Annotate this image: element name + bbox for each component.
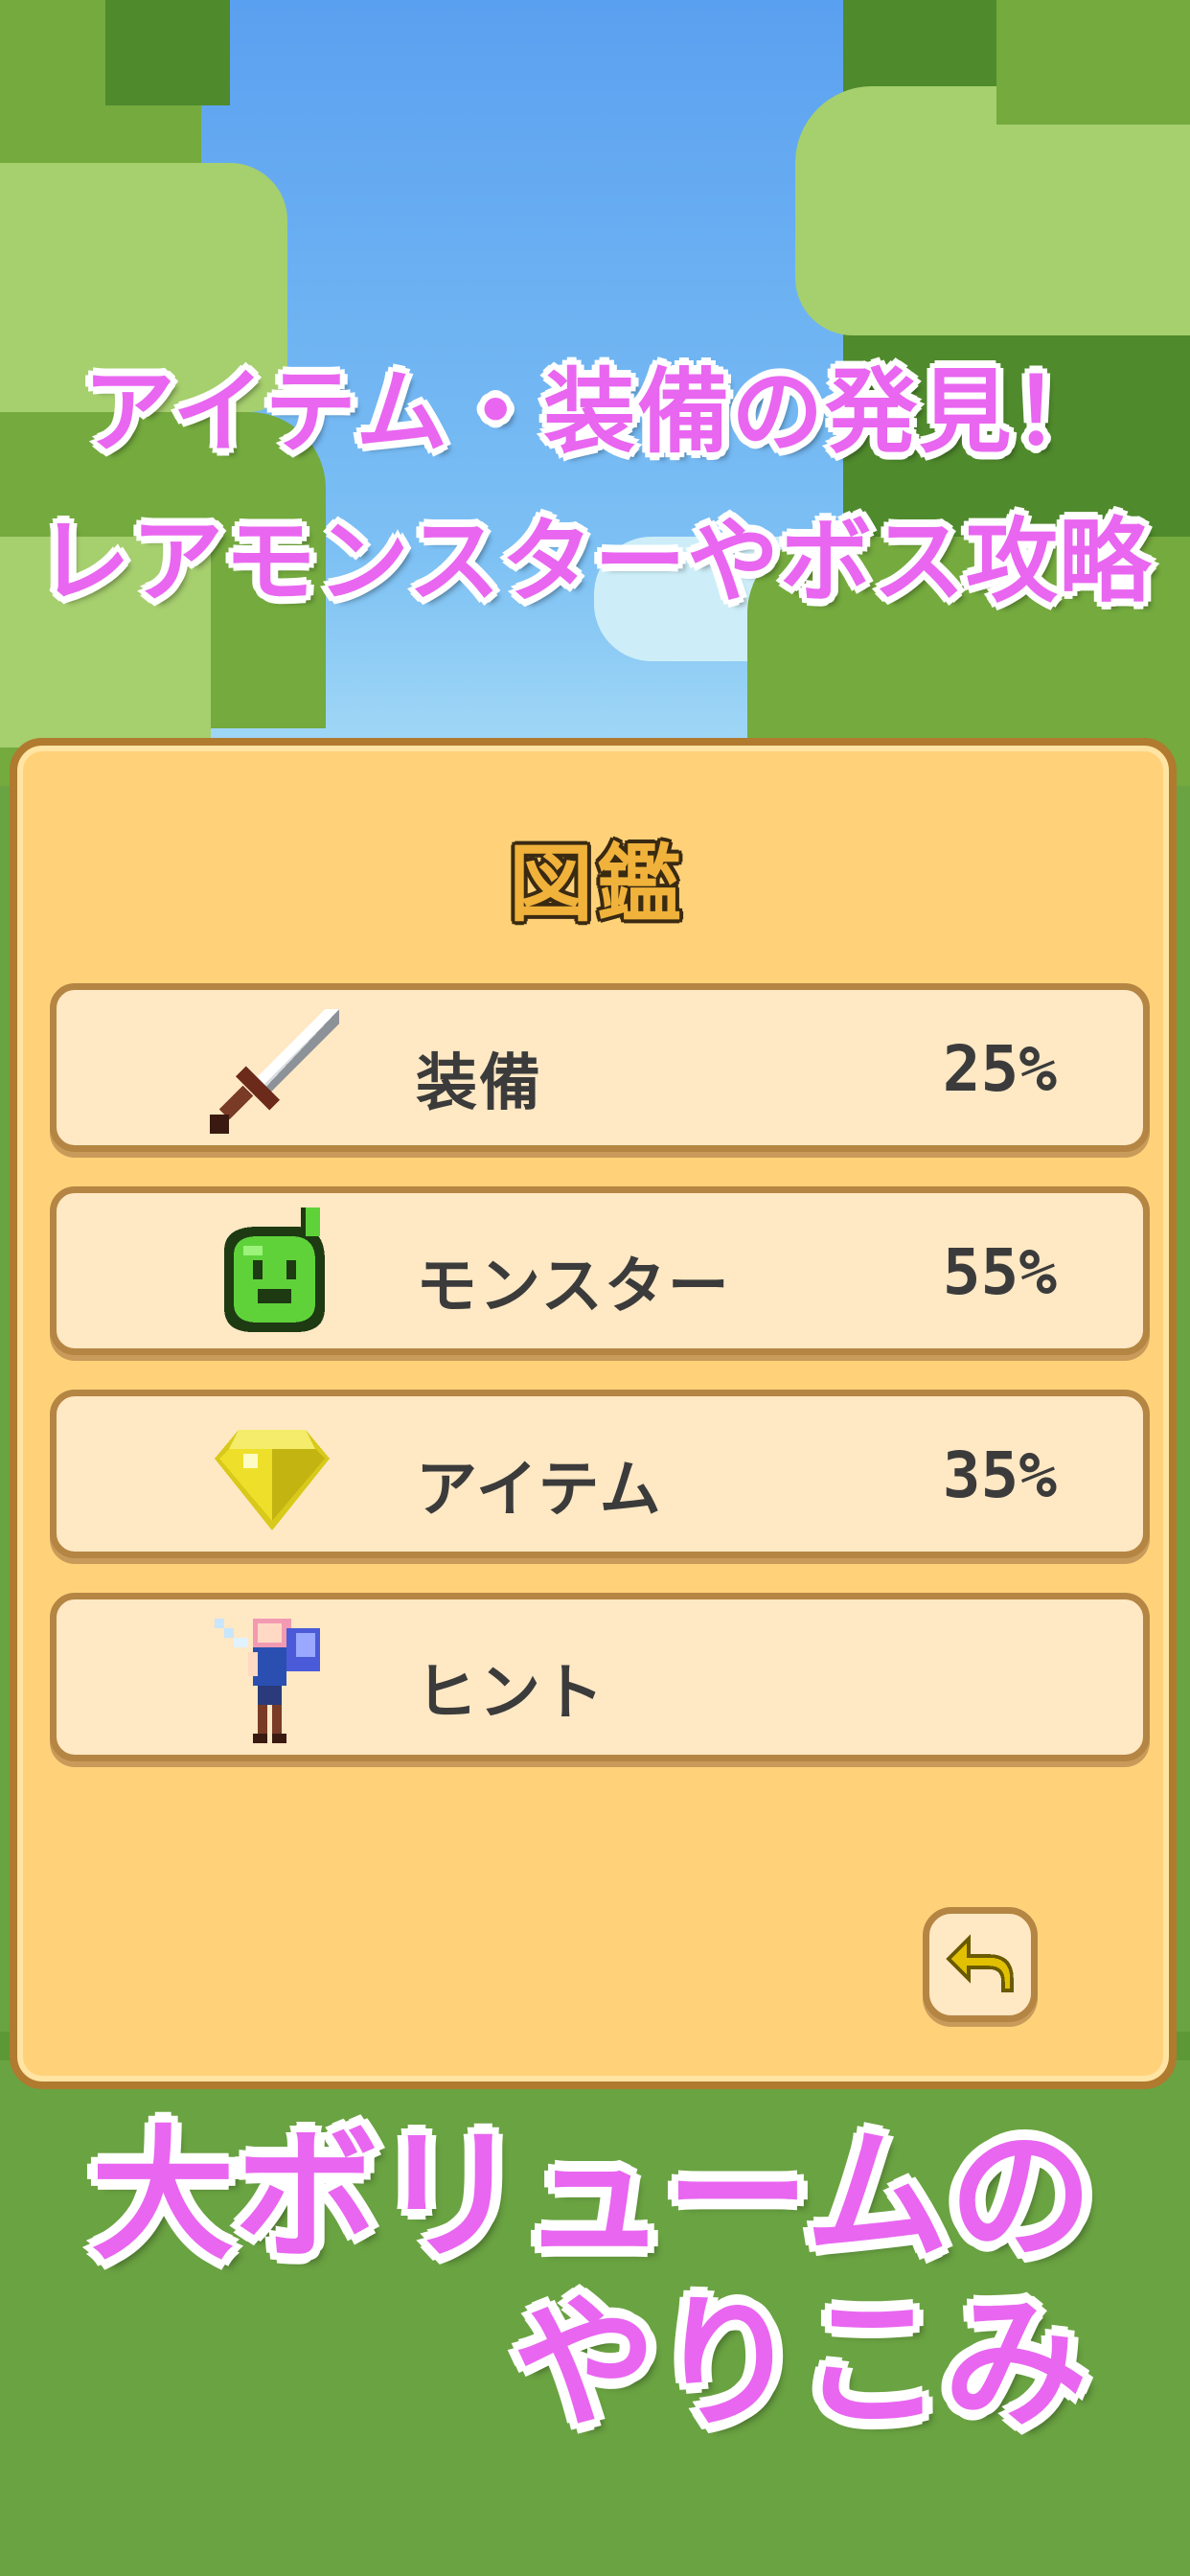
row-equipment[interactable]: 装備 25% bbox=[50, 983, 1150, 1152]
bottom-headline-line2: やりこみ bbox=[513, 2281, 1088, 2448]
row-monsters[interactable]: モンスター 55% bbox=[50, 1186, 1150, 1355]
row-percent-monsters: 55% bbox=[942, 1235, 1057, 1309]
row-label-items: アイテム bbox=[416, 1455, 663, 1526]
encyclopedia-panel: 図鑑 装備 25% モンスター 55% アイテム 35% ヒント bbox=[10, 738, 1177, 2089]
sword-icon bbox=[200, 1000, 344, 1143]
row-percent-items: 35% bbox=[942, 1438, 1057, 1512]
back-arrow-icon bbox=[946, 1934, 1014, 1992]
fairy-icon bbox=[200, 1609, 344, 1753]
gem-icon bbox=[200, 1406, 344, 1550]
row-percent-equipment: 25% bbox=[942, 1032, 1057, 1106]
slime-icon bbox=[200, 1203, 344, 1346]
back-button[interactable] bbox=[923, 1907, 1038, 2022]
headline-line1: アイテム・装備の発見！ bbox=[82, 358, 1108, 466]
left-tree-top bbox=[105, 0, 230, 105]
panel-title-box: 図鑑 bbox=[501, 809, 693, 933]
headline-line2: レアモンスターやボス攻略 bbox=[37, 508, 1153, 615]
right-tree-top bbox=[996, 0, 1190, 125]
panel-title: 図鑑 bbox=[508, 835, 685, 933]
row-label-hints: ヒント bbox=[416, 1658, 606, 1729]
row-label-equipment: 装備 bbox=[416, 1048, 542, 1119]
row-hints[interactable]: ヒント bbox=[50, 1593, 1150, 1761]
row-items[interactable]: アイテム 35% bbox=[50, 1390, 1150, 1558]
row-label-monsters: モンスター bbox=[416, 1252, 731, 1322]
